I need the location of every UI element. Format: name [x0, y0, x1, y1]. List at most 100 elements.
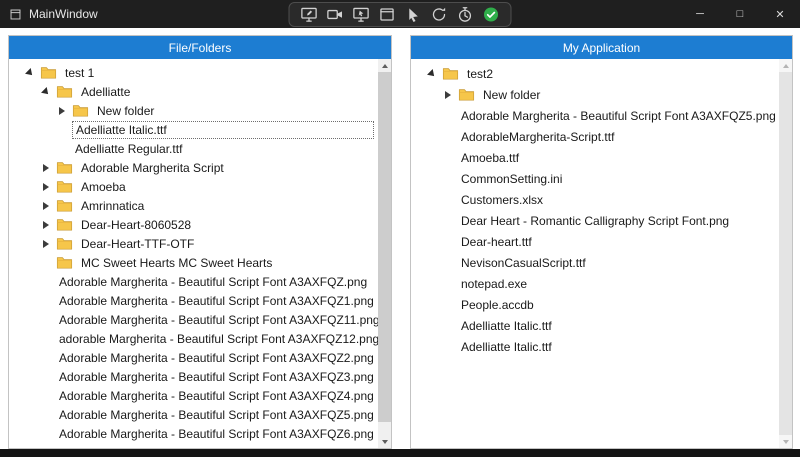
tree-item-file[interactable]: Adelliatte Italic.ttf [411, 315, 778, 336]
window-capture-icon[interactable] [379, 6, 396, 23]
tree-item-file[interactable]: Dear Heart - Romantic Calligraphy Script… [411, 210, 778, 231]
tree-item-file[interactable]: Amoeba.ttf [411, 147, 778, 168]
scroll-up-icon[interactable] [378, 59, 391, 72]
tree-item-file[interactable]: Adorable Margherita - Beautiful Script F… [9, 348, 377, 367]
expander-placeholder [55, 123, 69, 137]
expand-arrow-icon[interactable] [441, 88, 455, 102]
tree-item-label: New folder [94, 103, 157, 119]
close-button[interactable]: ✕ [760, 0, 800, 28]
expand-arrow-icon[interactable] [39, 180, 53, 194]
folder-icon [56, 199, 73, 212]
timer-icon[interactable] [457, 6, 474, 23]
expander-placeholder [441, 172, 455, 186]
expand-arrow-icon[interactable] [39, 161, 53, 175]
video-camera-icon[interactable] [327, 6, 344, 23]
folder-icon [72, 104, 89, 117]
tree-item-label: Amrinnatica [78, 198, 147, 214]
collapse-arrow-icon[interactable] [425, 67, 439, 81]
tree-item-file[interactable]: Adorable Margherita - Beautiful Script F… [9, 386, 377, 405]
files-scrollbar[interactable] [378, 59, 391, 448]
window-controls: ─□✕ [680, 0, 800, 28]
tree-item-label: Adorable Margherita Script [78, 160, 227, 176]
expander-placeholder [39, 427, 53, 441]
minimize-button[interactable]: ─ [680, 0, 720, 28]
expand-arrow-icon[interactable] [55, 104, 69, 118]
tree-item-label: Adorable Margherita - Beautiful Script F… [56, 350, 377, 366]
folder-icon [56, 237, 73, 250]
tree-item-file[interactable]: Adorable Margherita - Beautiful Script F… [9, 310, 377, 329]
expander-placeholder [39, 370, 53, 384]
expand-arrow-icon[interactable] [39, 218, 53, 232]
collapse-arrow-icon[interactable] [39, 85, 53, 99]
application-scrollbar[interactable] [779, 59, 792, 448]
tree-item-file[interactable]: Adorable Margherita - Beautiful Script F… [9, 272, 377, 291]
app-window-icon [9, 8, 22, 21]
scroll-up-icon[interactable] [779, 59, 792, 72]
application-panel: My Application test2 New folder Adorable M… [410, 35, 793, 449]
tree-item-file[interactable]: adorable Margherita - Beautiful Script F… [9, 329, 377, 348]
tree-item-label: Adorable Margherita - Beautiful Script F… [56, 426, 377, 442]
tree-item-folder[interactable]: New folder [411, 84, 778, 105]
titlebar: MainWindow ─□✕ [0, 0, 800, 28]
tree-item-label: New folder [480, 87, 543, 103]
tree-item-label: test 1 [62, 65, 97, 81]
check-done-icon[interactable] [483, 6, 500, 23]
tree-item-file[interactable]: notepad.exe [411, 273, 778, 294]
expander-placeholder [441, 235, 455, 249]
expander-placeholder [441, 319, 455, 333]
folder-icon [442, 67, 459, 80]
tree-item-folder[interactable]: Amrinnatica [9, 196, 377, 215]
tree-item-folder[interactable]: test 1 [9, 63, 377, 82]
application-panel-header: My Application [411, 36, 792, 59]
tree-item-folder[interactable]: Adorable Margherita Script [9, 158, 377, 177]
tree-item-file[interactable]: Adorable Margherita - Beautiful Script F… [9, 291, 377, 310]
window-bottom-edge [0, 449, 800, 457]
expander-placeholder [441, 256, 455, 270]
tree-item-label: Dear-heart.ttf [458, 234, 535, 250]
expand-arrow-icon[interactable] [39, 199, 53, 213]
tree-item-file[interactable]: Adelliatte Italic.ttf [9, 120, 377, 139]
record-loop-icon[interactable] [431, 6, 448, 23]
tree-item-folder[interactable]: Dear-Heart-TTF-OTF [9, 234, 377, 253]
tree-item-label: Adorable Margherita - Beautiful Script F… [56, 388, 377, 404]
maximize-button[interactable]: □ [720, 0, 760, 28]
expander-placeholder [39, 275, 53, 289]
application-tree-wrap: test2 New folder Adorable Margherita - Bea… [411, 59, 792, 448]
tree-item-label: Adelliatte Italic.ttf [458, 339, 555, 355]
tree-item-folder[interactable]: Dear-Heart-8060528 [9, 215, 377, 234]
expand-arrow-icon[interactable] [39, 237, 53, 251]
tree-item-file[interactable]: Adelliatte Italic.ttf [411, 336, 778, 357]
collapse-arrow-icon[interactable] [23, 66, 37, 80]
tree-item-folder[interactable]: Adelliatte [9, 82, 377, 101]
application-scrollbar-thumb[interactable] [779, 72, 792, 435]
tree-item-folder[interactable]: Amoeba [9, 177, 377, 196]
tree-item-file[interactable]: Adelliatte Regular.ttf [9, 139, 377, 158]
tree-item-folder[interactable]: test2 [411, 63, 778, 84]
tree-item-file[interactable]: Adorable Margherita - Beautiful Script F… [9, 405, 377, 424]
tree-item-file[interactable]: Adorable Margherita - Beautiful Script F… [9, 424, 377, 443]
expander-placeholder [39, 446, 53, 449]
expander-placeholder [55, 142, 69, 156]
tree-item-label: Customers.xlsx [458, 192, 546, 208]
tree-item-file[interactable]: People.accdb [411, 294, 778, 315]
screen-draw-icon[interactable] [301, 6, 318, 23]
tree-item-file[interactable]: Adorable Margherita - Beautiful Script F… [411, 105, 778, 126]
scroll-down-icon[interactable] [779, 435, 792, 448]
tree-item-file[interactable]: Dear-heart.ttf [411, 231, 778, 252]
tree-item-file[interactable]: Adorable Margherita - Beautiful Script F… [9, 443, 377, 448]
screen-share-icon[interactable] [353, 6, 370, 23]
cursor-select-icon[interactable] [405, 6, 422, 23]
tree-item-folder[interactable]: New folder [9, 101, 377, 120]
folder-icon [56, 161, 73, 174]
folder-icon [40, 66, 57, 79]
tree-item-file[interactable]: AdorableMargherita-Script.ttf [411, 126, 778, 147]
tree-item-file[interactable]: NevisonCasualScript.ttf [411, 252, 778, 273]
files-scrollbar-thumb[interactable] [378, 72, 391, 422]
workspace: File/Folders test 1AdelliatteNew folderA… [0, 28, 800, 449]
tree-item-file[interactable]: Adorable Margherita - Beautiful Script F… [9, 367, 377, 386]
tree-item-label: Dear Heart - Romantic Calligraphy Script… [458, 213, 732, 229]
tree-item-file[interactable]: Customers.xlsx [411, 189, 778, 210]
scroll-down-icon[interactable] [378, 435, 391, 448]
tree-item-file[interactable]: CommonSetting.ini [411, 168, 778, 189]
tree-item-folder[interactable]: MC Sweet Hearts MC Sweet Hearts [9, 253, 377, 272]
